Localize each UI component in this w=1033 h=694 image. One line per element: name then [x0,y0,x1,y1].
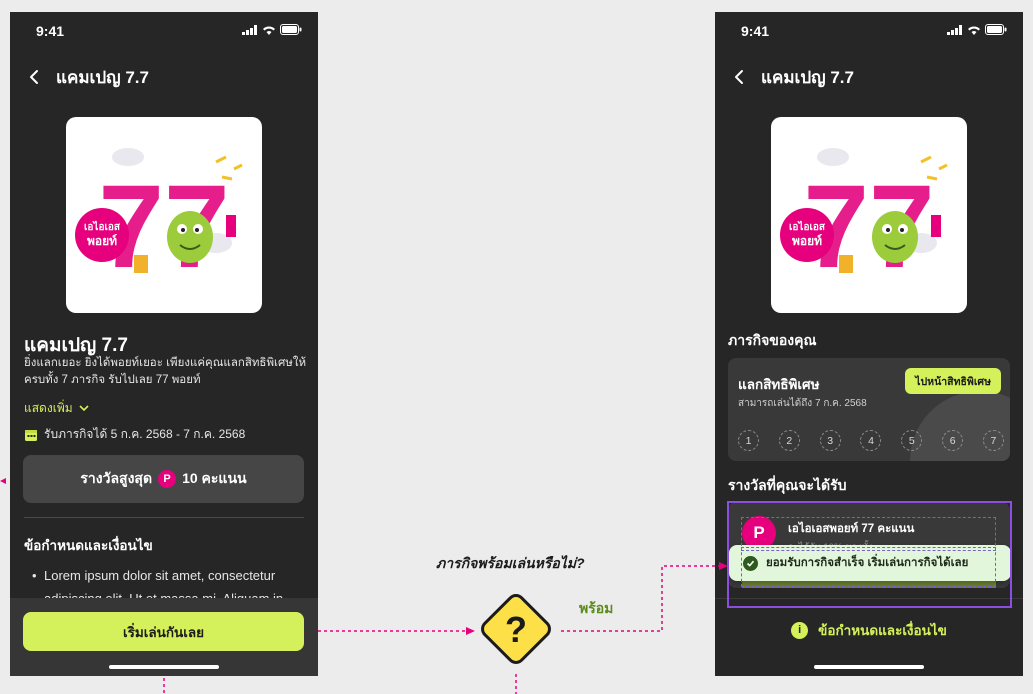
top-nav: แคมเปญ 7.7 [10,52,318,102]
step-6: 6 [942,430,964,451]
status-time: 9:41 [36,23,65,39]
show-more-label: แสดงเพิ่ม [24,401,73,415]
hero-badge-line-1: เอไอเอส [789,220,826,233]
campaign-77-illustration: 77 เอไอเอส พอยท์ [75,148,243,293]
campaign-hero-image: 77 เอไอเอส พอยท์ [771,117,967,313]
status-icons [242,24,302,35]
date-range-row: รับภารกิจได้ 5 ก.ค. 2568 - 7 ก.ค. 2568 [24,425,245,444]
calendar-icon [25,429,37,441]
step-2: 2 [778,430,800,451]
battery-icon [280,24,302,35]
mission-title: แลกสิทธิพิเศษ [738,377,820,392]
status-time: 9:41 [741,23,770,39]
terms-link-label: ข้อกำหนดและเงื่อนไข [818,623,947,638]
home-indicator [109,665,219,669]
highlight-frame [727,501,1012,608]
decision-question: ภารกิจพร้อมเล่นหรือไม่? [436,555,585,571]
hero-badge-line-2: พอยท์ [87,234,117,248]
campaign-detail-screen: 9:41 แคมเปญ 7.7 77 เอไอเอส พอยท์ แคมเปญ … [10,12,318,676]
chevron-down-icon [79,405,89,412]
ready-branch-label: พร้อม [579,600,614,616]
bullet: • [32,568,37,583]
points-icon: P [158,470,177,488]
mission-steps: 1 2 3 4 5 6 7 [738,430,1004,451]
go-to-privileges-button[interactable]: ไปหน้าสิทธิพิเศษ [905,368,1001,394]
status-icons [947,24,1007,35]
home-indicator [814,665,924,669]
divider [24,517,304,518]
signal-icon [242,24,257,35]
step-7: 7 [982,430,1004,451]
mission-deadline: สามารถเล่นได้ถึง 7 ก.ค. 2568 [738,398,867,409]
missions-heading: ภารกิจของคุณ [728,332,817,348]
rewards-heading: รางวัลที่คุณจะได้รับ [728,477,847,493]
max-reward-label: รางวัลสูงสุด [80,470,153,486]
wifi-icon [968,26,980,35]
show-more-link[interactable]: แสดงเพิ่ม [24,399,89,418]
step-5: 5 [901,430,923,451]
campaign-hero-image: 77 เอไอเอส พอยท์ [66,117,262,313]
hero-badge-line-1: เอไอเอส [84,220,121,233]
back-arrow-icon[interactable] [729,66,751,88]
decision-diamond-icon: ? [481,594,551,664]
terms-link[interactable]: i ข้อกำหนดและเงื่อนไข [715,619,1023,641]
bottom-action-bar: i ข้อกำหนดและเงื่อนไข [715,598,1023,676]
terms-heading: ข้อกำหนดและเงื่อนไข [24,538,153,553]
status-bar: 9:41 [715,12,1023,52]
step-3: 3 [819,430,841,451]
date-range-text: รับภารกิจได้ 5 ก.ค. 2568 - 7 ก.ค. 2568 [44,427,246,441]
hero-badge-line-2: พอยท์ [792,234,822,248]
wifi-icon [263,26,275,35]
info-icon: i [791,621,809,639]
max-reward-value: 10 คะแนน [182,470,247,486]
decision-symbol: ? [505,609,527,650]
step-4: 4 [860,430,882,451]
status-bar: 9:41 [10,12,318,52]
mission-card: แลกสิทธิพิเศษ สามารถเล่นได้ถึง 7 ก.ค. 25… [728,358,1010,461]
battery-icon [985,24,1007,35]
campaign-77-illustration: 77 เอไอเอส พอยท์ [780,148,948,293]
top-nav: แคมเปญ 7.7 [715,52,1023,102]
max-reward-box: รางวัลสูงสุด P 10 คะแนน [23,455,304,503]
bottom-action-bar: เริ่มเล่นกันเลย [10,598,318,676]
start-playing-button[interactable]: เริ่มเล่นกันเลย [23,612,304,651]
signal-icon [947,24,962,35]
campaign-description: ยิ่งแลกเยอะ ยิ่งได้พอยท์เยอะ เพียงแค่คุณ… [24,357,307,386]
back-arrow-icon[interactable] [24,66,46,88]
nav-title: แคมเปญ 7.7 [56,67,149,87]
nav-title: แคมเปญ 7.7 [761,67,854,87]
step-1: 1 [738,430,759,451]
